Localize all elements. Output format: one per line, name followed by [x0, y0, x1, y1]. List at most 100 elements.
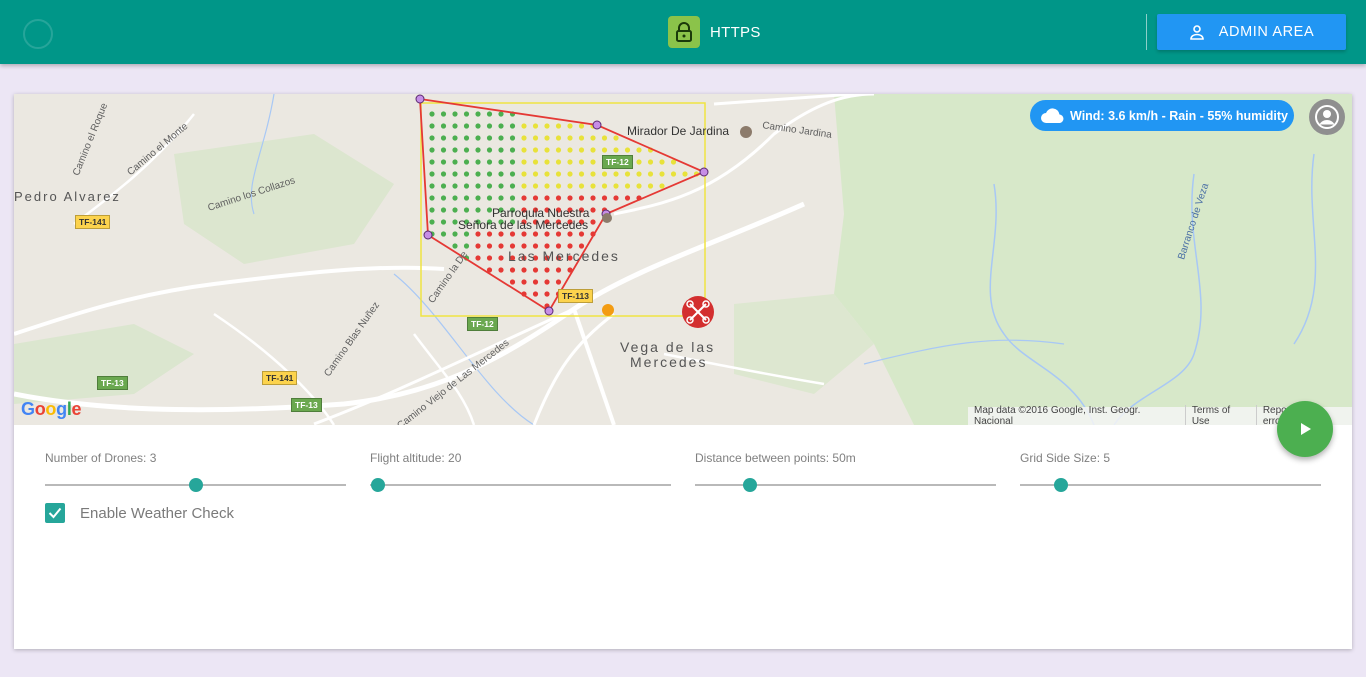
- grid-point: [498, 123, 504, 129]
- map-base: [14, 94, 1352, 425]
- grid-point: [532, 123, 539, 129]
- grid-point: [532, 231, 539, 237]
- grid-point: [544, 291, 550, 297]
- grid-point: [659, 171, 665, 177]
- grid-slider-track[interactable]: [1020, 478, 1321, 492]
- drone-marker-icon[interactable]: [682, 296, 714, 328]
- grid-point: [590, 183, 596, 189]
- drones-slider-thumb[interactable]: [189, 478, 203, 492]
- weather-check-checkbox[interactable]: [45, 503, 65, 523]
- route-vertex[interactable]: [415, 94, 425, 104]
- grid-point: [440, 147, 447, 153]
- grid-point: [498, 183, 504, 189]
- distance-slider-thumb[interactable]: [743, 478, 757, 492]
- grid-point: [624, 147, 631, 153]
- grid-point: [486, 123, 493, 129]
- route-vertex[interactable]: [592, 120, 602, 130]
- viewpoint-poi-icon: [740, 126, 752, 138]
- altitude-slider-track[interactable]: [370, 478, 671, 492]
- grid-point: [463, 231, 470, 237]
- grid-point: [590, 147, 596, 153]
- grid-point: [578, 231, 585, 237]
- church-poi-icon: [602, 213, 612, 223]
- terms-link[interactable]: Terms of Use: [1186, 405, 1257, 425]
- grid-point: [475, 135, 481, 141]
- person-icon: [1189, 25, 1204, 40]
- grid-point: [452, 195, 458, 201]
- place-label: Vega de las: [620, 339, 716, 355]
- grid-point: [475, 123, 481, 129]
- grid-point: [555, 159, 562, 165]
- map-view[interactable]: Mirador De Jardina Camino Jardina Pedro …: [14, 94, 1352, 425]
- grid-point: [624, 195, 631, 201]
- grid-point: [486, 159, 493, 165]
- mission-card: Mirador De Jardina Camino Jardina Pedro …: [14, 94, 1352, 649]
- altitude-slider-thumb[interactable]: [371, 478, 385, 492]
- grid-point: [429, 147, 435, 153]
- grid-point: [578, 183, 585, 189]
- cloud-icon: [1041, 107, 1064, 123]
- road-sign: TF-113: [558, 289, 593, 303]
- grid-point: [498, 243, 504, 249]
- grid-point: [555, 123, 562, 129]
- start-mission-button[interactable]: [1277, 401, 1333, 457]
- grid-point: [486, 171, 493, 177]
- grid-point: [624, 171, 631, 177]
- route-vertex[interactable]: [544, 306, 554, 316]
- drones-slider-track[interactable]: [45, 478, 346, 492]
- grid-point: [486, 111, 493, 117]
- distance-slider-track[interactable]: [695, 478, 996, 492]
- grid-point: [659, 183, 665, 189]
- grid-point: [452, 171, 458, 177]
- grid-point: [613, 147, 619, 153]
- grid-point: [555, 267, 562, 273]
- grid-point: [440, 219, 447, 225]
- grid-point: [429, 219, 435, 225]
- grid-point: [521, 183, 527, 189]
- admin-area-button[interactable]: ADMIN AREA: [1157, 14, 1346, 50]
- grid-point: [544, 267, 550, 273]
- weather-check-row: Enable Weather Check: [45, 503, 234, 523]
- grid-point: [498, 255, 504, 261]
- grid-point: [601, 183, 608, 189]
- place-label: Las Mercedes: [508, 248, 620, 264]
- route-vertex[interactable]: [699, 167, 709, 177]
- route-vertex[interactable]: [423, 230, 433, 240]
- grid-point: [452, 243, 458, 249]
- grid-point: [636, 147, 642, 153]
- drones-slider-label: Number of Drones: 3: [45, 451, 157, 465]
- grid-slider-thumb[interactable]: [1054, 478, 1068, 492]
- grid-point: [555, 183, 562, 189]
- grid-point: [578, 135, 585, 141]
- grid-point: [613, 135, 619, 141]
- google-logo[interactable]: Google: [21, 399, 82, 420]
- grid-point: [532, 279, 539, 285]
- grid-point: [486, 231, 493, 237]
- grid-point: [567, 195, 573, 201]
- grid-point: [532, 135, 539, 141]
- grid-point: [486, 147, 493, 153]
- grid-point: [440, 195, 447, 201]
- grid-point: [613, 171, 619, 177]
- account-circle-icon[interactable]: [1309, 99, 1345, 135]
- grid-point: [429, 135, 435, 141]
- top-app-bar: HTTPS ADMIN AREA: [0, 0, 1366, 64]
- grid-point: [486, 243, 493, 249]
- grid-point: [475, 159, 481, 165]
- grid-point: [498, 111, 504, 117]
- grid-point: [567, 171, 573, 177]
- grid-point: [601, 195, 608, 201]
- grid-point: [567, 135, 573, 141]
- grid-point: [475, 183, 481, 189]
- grid-point: [475, 147, 481, 153]
- grid-point: [555, 279, 562, 285]
- grid-point: [463, 195, 470, 201]
- grid-point: [532, 171, 539, 177]
- grid-point: [544, 135, 550, 141]
- grid-point: [463, 147, 470, 153]
- grid-point: [544, 171, 550, 177]
- grid-point: [463, 171, 470, 177]
- grid-point: [509, 183, 516, 189]
- road-sign: TF-13: [97, 376, 128, 390]
- play-icon: [1301, 423, 1311, 435]
